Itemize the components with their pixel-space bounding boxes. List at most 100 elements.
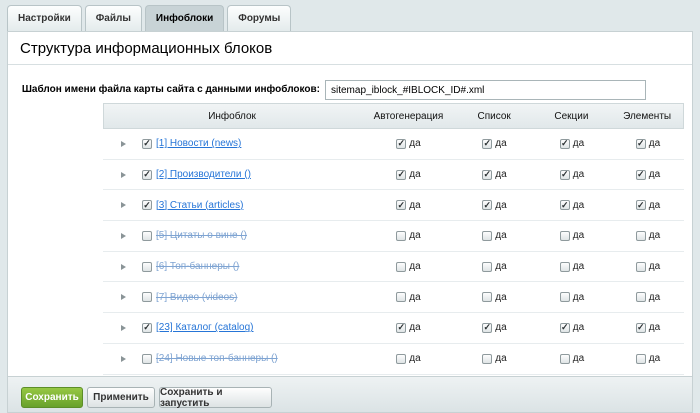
iblock-link[interactable]: [6] Топ-баннеры () xyxy=(156,261,239,272)
elements-yes-label: да xyxy=(648,322,661,334)
iblocks-table: Инфоблок Автогенерация Список Секции Эле… xyxy=(103,103,684,375)
apply-button[interactable]: Применить xyxy=(87,387,155,408)
iblock-link[interactable]: [3] Статьи (articles) xyxy=(156,200,243,211)
elements-cell: да xyxy=(612,230,684,241)
sections-checkbox[interactable] xyxy=(559,261,570,272)
iblock-cell: [7] Видео (videos) xyxy=(103,292,360,303)
list-checkbox[interactable] xyxy=(482,200,493,211)
autogen-checkbox[interactable] xyxy=(396,230,407,241)
template-row: Шаблон имени файла карты сайта с данными… xyxy=(8,80,692,100)
iblock-checkbox[interactable] xyxy=(142,322,152,333)
elements-checkbox[interactable] xyxy=(635,230,646,241)
table-row: [23] Каталог (catalog) да да да да xyxy=(103,313,684,344)
list-checkbox[interactable] xyxy=(482,353,493,364)
list-yes-label: да xyxy=(495,138,507,150)
tab-forums[interactable]: Форумы xyxy=(227,5,292,31)
iblock-checkbox[interactable] xyxy=(142,230,152,241)
autogen-checkbox[interactable] xyxy=(396,292,407,303)
tab-iblocks[interactable]: Инфоблоки xyxy=(144,5,225,31)
autogen-checkbox[interactable] xyxy=(396,322,407,333)
elements-checkbox[interactable] xyxy=(635,353,646,364)
autogen-cell: да xyxy=(360,353,457,364)
autogen-cell: да xyxy=(360,292,457,303)
iblock-checkbox[interactable] xyxy=(142,200,152,211)
expand-arrow-icon[interactable] xyxy=(121,171,126,178)
header-sections: Секции xyxy=(554,110,589,122)
sections-yes-label: да xyxy=(572,230,585,242)
expand-arrow-icon[interactable] xyxy=(121,202,126,209)
save-and-run-button[interactable]: Сохранить и запустить xyxy=(159,387,272,409)
list-checkbox[interactable] xyxy=(482,138,493,149)
iblock-link[interactable]: [5] Цитаты о вине () xyxy=(156,230,247,241)
list-checkbox[interactable] xyxy=(482,292,493,303)
table-row: [2] Производители () да да да да xyxy=(103,159,684,191)
list-yes-label: да xyxy=(495,261,507,273)
sections-checkbox[interactable] xyxy=(559,292,570,303)
list-yes-label: да xyxy=(495,322,507,334)
iblock-link[interactable]: [23] Каталог (catalog) xyxy=(156,322,254,333)
autogen-yes-label: да xyxy=(409,230,421,242)
expand-arrow-icon[interactable] xyxy=(121,232,126,239)
autogen-checkbox[interactable] xyxy=(396,138,407,149)
table-row: [1] Новости (news) да да да да xyxy=(103,129,684,160)
iblock-checkbox[interactable] xyxy=(142,292,152,303)
elements-yes-label: да xyxy=(648,353,661,365)
expand-arrow-icon[interactable] xyxy=(121,324,126,331)
iblock-link[interactable]: [7] Видео (videos) xyxy=(156,292,237,303)
elements-checkbox[interactable] xyxy=(635,200,646,211)
iblock-checkbox[interactable] xyxy=(142,138,152,149)
table-row: [5] Цитаты о вине () да да да да xyxy=(103,221,684,252)
iblock-checkbox[interactable] xyxy=(142,261,152,272)
sections-checkbox[interactable] xyxy=(559,230,570,241)
header-iblock: Инфоблок xyxy=(208,110,256,122)
iblock-cell: [2] Производители () xyxy=(103,169,360,180)
iblock-link[interactable]: [1] Новости (news) xyxy=(156,138,241,149)
header-autogen: Автогенерация xyxy=(373,110,444,122)
list-cell: да xyxy=(457,138,532,149)
sections-yes-label: да xyxy=(572,322,585,334)
sections-cell: да xyxy=(532,353,612,364)
iblock-link[interactable]: [2] Производители () xyxy=(156,169,251,180)
elements-checkbox[interactable] xyxy=(635,292,646,303)
elements-checkbox[interactable] xyxy=(635,138,646,149)
iblock-checkbox[interactable] xyxy=(142,169,152,180)
sections-checkbox[interactable] xyxy=(559,353,570,364)
autogen-checkbox[interactable] xyxy=(396,169,407,180)
tab-settings[interactable]: Настройки xyxy=(7,5,82,31)
autogen-checkbox[interactable] xyxy=(396,261,407,272)
list-checkbox[interactable] xyxy=(482,322,493,333)
elements-checkbox[interactable] xyxy=(635,322,646,333)
sections-checkbox[interactable] xyxy=(559,322,570,333)
list-checkbox[interactable] xyxy=(482,230,493,241)
iblocks-panel: Структура информационных блоков Шаблон и… xyxy=(7,31,693,377)
sections-checkbox[interactable] xyxy=(559,169,570,180)
list-cell: да xyxy=(457,322,532,333)
autogen-checkbox[interactable] xyxy=(396,200,407,211)
elements-checkbox[interactable] xyxy=(635,261,646,272)
iblock-cell: [24] Новые топ-баннеры () xyxy=(103,353,360,364)
expand-arrow-icon[interactable] xyxy=(121,140,126,147)
sections-yes-label: да xyxy=(572,138,585,150)
autogen-checkbox[interactable] xyxy=(396,353,407,364)
sections-checkbox[interactable] xyxy=(559,200,570,211)
save-button[interactable]: Сохранить xyxy=(21,387,83,408)
elements-yes-label: да xyxy=(648,230,661,242)
iblock-checkbox[interactable] xyxy=(142,353,152,364)
list-yes-label: да xyxy=(495,291,507,303)
expand-arrow-icon[interactable] xyxy=(121,263,126,270)
sections-cell: да xyxy=(532,138,612,149)
elements-cell: да xyxy=(612,292,684,303)
sections-checkbox[interactable] xyxy=(559,138,570,149)
expand-arrow-icon[interactable] xyxy=(121,355,126,362)
elements-checkbox[interactable] xyxy=(635,169,646,180)
list-yes-label: да xyxy=(495,353,507,365)
list-checkbox[interactable] xyxy=(482,169,493,180)
list-checkbox[interactable] xyxy=(482,261,493,272)
template-input[interactable] xyxy=(325,80,646,100)
header-list: Список xyxy=(477,110,511,122)
expand-arrow-icon[interactable] xyxy=(121,294,126,301)
iblock-link[interactable]: [24] Новые топ-баннеры () xyxy=(156,353,278,364)
tab-files[interactable]: Файлы xyxy=(84,5,142,31)
sections-cell: да xyxy=(532,322,612,333)
autogen-cell: да xyxy=(360,261,457,272)
